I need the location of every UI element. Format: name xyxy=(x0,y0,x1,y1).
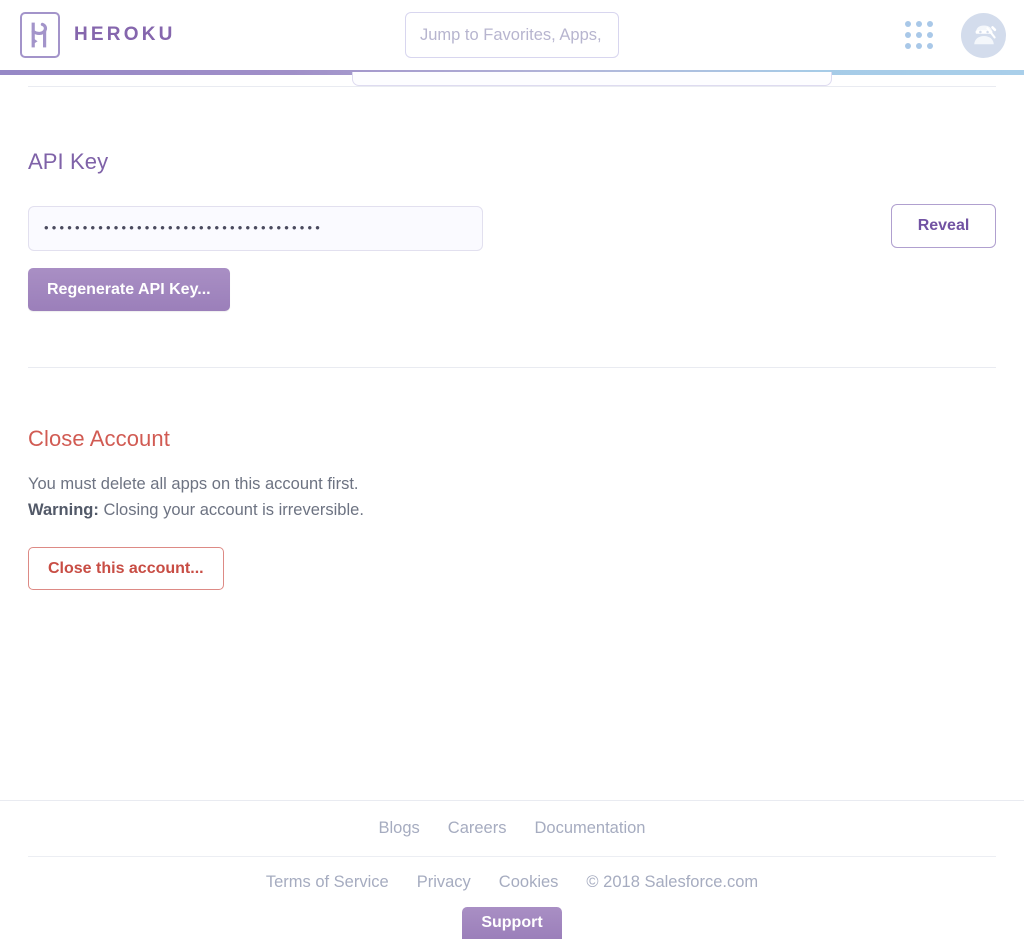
api-key-row: •••••••••••••••••••••••••••••••••••• Rev… xyxy=(28,204,996,251)
reveal-api-key-button[interactable]: Reveal xyxy=(891,204,996,248)
brand-name: HEROKU xyxy=(74,24,176,45)
page-footer: Blogs Careers Documentation Terms of Ser… xyxy=(0,800,1024,939)
close-account-description: You must delete all apps on this account… xyxy=(28,471,996,523)
heroku-logo-icon xyxy=(20,12,60,58)
api-key-input[interactable]: •••••••••••••••••••••••••••••••••••• xyxy=(28,206,483,251)
api-key-section: API Key ••••••••••••••••••••••••••••••••… xyxy=(0,87,1024,367)
regenerate-api-key-button[interactable]: Regenerate API Key... xyxy=(28,268,230,311)
header-actions xyxy=(901,0,1006,70)
api-section-spacer xyxy=(28,311,996,367)
main-content: API Key ••••••••••••••••••••••••••••••••… xyxy=(0,86,1024,590)
warning-text: Closing your account is irreversible. xyxy=(98,501,364,519)
footer-link-terms-of-service[interactable]: Terms of Service xyxy=(266,873,389,892)
support-button[interactable]: Support xyxy=(462,907,562,939)
close-account-section: Close Account You must delete all apps o… xyxy=(0,368,1024,590)
footer-link-careers[interactable]: Careers xyxy=(448,819,507,838)
footer-secondary-links: Terms of Service Privacy Cookies © 2018 … xyxy=(0,857,1024,907)
heroku-home-link[interactable]: HEROKU xyxy=(20,12,176,58)
warning-label: Warning: xyxy=(28,501,99,519)
ninja-avatar-icon[interactable] xyxy=(961,12,1006,58)
footer-copyright: © 2018 Salesforce.com xyxy=(586,872,759,891)
global-search[interactable] xyxy=(405,12,619,58)
close-account-title: Close Account xyxy=(28,426,170,451)
app-grid-icon[interactable] xyxy=(901,17,937,53)
heroku-account-page: HEROKU Jump to Favorites, Apps, Pipeline… xyxy=(0,0,1024,939)
close-account-line1: You must delete all apps on this account… xyxy=(28,475,359,493)
footer-primary-links: Blogs Careers Documentation xyxy=(0,801,1024,856)
footer-link-cookies[interactable]: Cookies xyxy=(499,873,559,892)
close-this-account-button[interactable]: Close this account... xyxy=(28,547,224,590)
scrolled-card-edge xyxy=(352,72,832,86)
close-account-warning: Warning: Closing your account is irrever… xyxy=(28,497,996,523)
search-input[interactable] xyxy=(405,12,619,58)
footer-link-blogs[interactable]: Blogs xyxy=(379,819,420,838)
footer-link-privacy[interactable]: Privacy xyxy=(417,873,471,892)
global-header: HEROKU xyxy=(0,0,1024,70)
support-button-wrap: Support xyxy=(0,907,1024,939)
footer-link-documentation[interactable]: Documentation xyxy=(534,819,645,838)
api-key-title: API Key xyxy=(28,149,109,174)
